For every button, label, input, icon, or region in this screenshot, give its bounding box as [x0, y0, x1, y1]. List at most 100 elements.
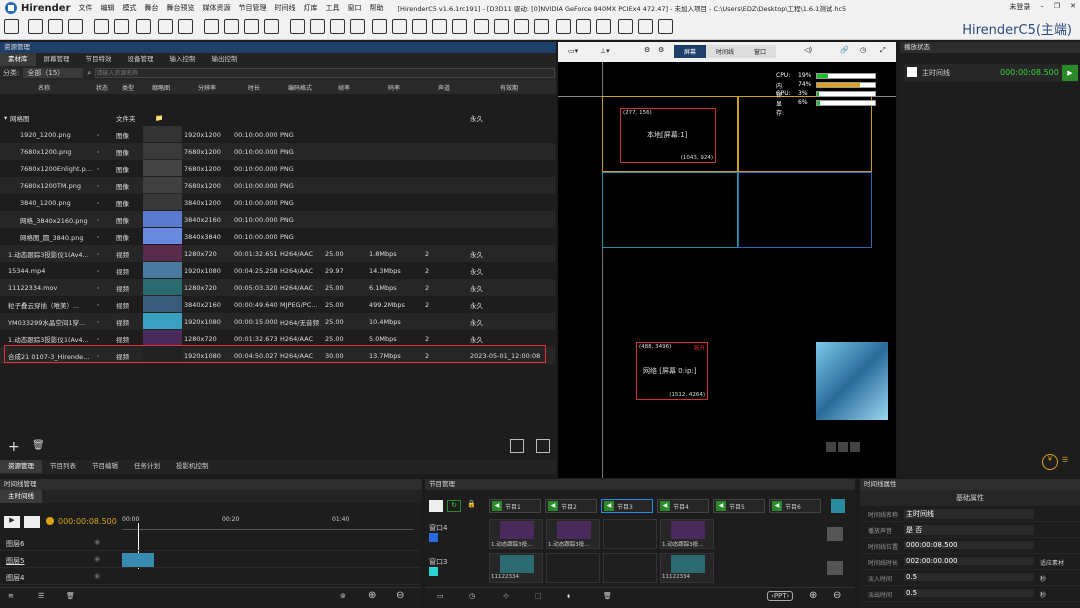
- program-slot[interactable]: ◀ 节目3: [601, 499, 653, 513]
- toolbar-button-icon[interactable]: [224, 19, 239, 34]
- program-clip[interactable]: 1.动态跟踪3投...: [660, 519, 714, 549]
- image-icon[interactable]: [536, 439, 550, 453]
- program-zoom-in-icon[interactable]: ⊕: [809, 590, 817, 601]
- toolbar-button-icon[interactable]: [638, 19, 653, 34]
- grid-view-icon[interactable]: [831, 499, 845, 513]
- program-stop-icon[interactable]: [429, 500, 443, 512]
- column-header[interactable]: 类型: [122, 83, 134, 92]
- link-icon[interactable]: 🔗: [840, 46, 849, 54]
- program-slot[interactable]: ◀ 节目2: [545, 499, 597, 513]
- column-header[interactable]: 缩略图: [152, 83, 170, 92]
- column-header[interactable]: 名称: [38, 83, 50, 92]
- menu-item[interactable]: 工具: [326, 4, 340, 12]
- menu-item[interactable]: 舞台预览: [167, 4, 195, 12]
- filter-select[interactable]: 全部（15）: [23, 68, 84, 78]
- column-header[interactable]: 编码格式: [288, 83, 312, 92]
- timer-icon[interactable]: ◷: [860, 46, 866, 54]
- property-value[interactable]: 002:00:00.000: [904, 557, 1034, 565]
- table-row[interactable]: 7680x1200.png ∙ 图像 7680x1200 00:10:00.000 PNG: [0, 143, 555, 160]
- property-value[interactable]: 0.5: [904, 573, 1034, 581]
- folder-row[interactable]: ▾ 网格图 文件夹 📁 永久: [0, 109, 555, 126]
- bottom-tab[interactable]: 节目编辑: [84, 460, 126, 473]
- tag-icon[interactable]: ⬧: [567, 592, 570, 601]
- layout-icon[interactable]: ⊥▾: [600, 47, 610, 55]
- toolbar-button-icon[interactable]: [556, 19, 571, 34]
- expand-view-icon[interactable]: ⤢: [880, 46, 886, 55]
- import-icon[interactable]: [510, 439, 524, 453]
- program-window-row[interactable]: 窗口3 11122334 11122334: [425, 553, 855, 585]
- stage-tab[interactable]: 窗口: [744, 45, 777, 58]
- settings-icon[interactable]: ⚙: [644, 46, 650, 54]
- zoom-out-icon[interactable]: ⊖: [396, 590, 404, 601]
- resource-tab[interactable]: 节目特效: [78, 53, 120, 66]
- toolbar-button-icon[interactable]: [290, 19, 305, 34]
- program-clip[interactable]: 1.动态跟踪3投...: [546, 519, 600, 549]
- layer-row[interactable]: 图层5 ◉: [0, 552, 420, 568]
- menu-item[interactable]: 窗口: [348, 4, 362, 12]
- toolbar-button-icon[interactable]: [68, 19, 83, 34]
- property-extra[interactable]: 适应素材: [1040, 558, 1064, 567]
- toolbar-button-icon[interactable]: [412, 19, 427, 34]
- program-clip[interactable]: [546, 553, 600, 583]
- column-header[interactable]: 码率: [388, 83, 400, 92]
- play-icon[interactable]: ▶: [1062, 65, 1078, 81]
- program-trash-icon[interactable]: 🗑: [603, 592, 612, 600]
- toolbar-button-icon[interactable]: [204, 19, 219, 34]
- toolbar-button-icon[interactable]: [432, 19, 447, 34]
- stage-tab[interactable]: 时间线: [706, 45, 745, 58]
- expand-icon[interactable]: ▾: [4, 114, 7, 122]
- toolbar-button-icon[interactable]: [618, 19, 633, 34]
- toolbar-button-icon[interactable]: [392, 19, 407, 34]
- layer5-clip[interactable]: [122, 553, 154, 567]
- toolbar-button-icon[interactable]: [576, 19, 591, 34]
- program-clip[interactable]: 11122334: [660, 553, 714, 583]
- table-row[interactable]: 15344.mp4 ∙ 视频 1920x1080 00:04:25.258 H264/AA…: [0, 262, 555, 279]
- resource-tab[interactable]: 输入控制: [162, 53, 204, 66]
- bottom-tab[interactable]: 任务计划: [126, 460, 168, 473]
- menu-item[interactable]: 舞台: [145, 4, 159, 12]
- program-window-row[interactable]: 窗口4 1.动态跟踪3投... 1.动态跟踪3投... 1.动态跟踪3投...: [425, 519, 855, 551]
- toolbar-button-icon[interactable]: [494, 19, 509, 34]
- column-header[interactable]: 声道: [438, 83, 450, 92]
- toolbar-button-icon[interactable]: [372, 19, 387, 34]
- property-value[interactable]: 是 否: [904, 525, 1034, 535]
- program-slot[interactable]: ◀ 节目4: [657, 499, 709, 513]
- timeline-stop-icon[interactable]: [24, 516, 40, 528]
- toolbar-button-icon[interactable]: [514, 19, 529, 34]
- toolbar-button-icon[interactable]: [474, 19, 489, 34]
- table-row[interactable]: 网格_3840x2160.png ∙ 图像 3840x2160 00:10:00.000…: [0, 211, 555, 228]
- table-row[interactable]: 1.动态跟踪3投影仪1(Av4... ∙ 视频 1280x720 00:01:32.65…: [0, 245, 555, 262]
- column-header[interactable]: 帧率: [338, 83, 350, 92]
- add-icon[interactable]: +: [8, 439, 20, 455]
- property-extra[interactable]: 秒: [1040, 590, 1046, 599]
- bottom-tab[interactable]: 投影机控制: [168, 460, 217, 473]
- toolbar-button-icon[interactable]: [136, 19, 151, 34]
- window-action-icon[interactable]: [827, 561, 843, 575]
- column-header[interactable]: 时长: [248, 83, 260, 92]
- resource-tab[interactable]: 输出控制: [204, 53, 246, 66]
- menu-item[interactable]: 时间线: [275, 4, 296, 12]
- main-timeline-checkbox[interactable]: [907, 67, 917, 77]
- crop-icon[interactable]: [850, 442, 860, 452]
- stage-tab[interactable]: 屏幕: [674, 45, 707, 58]
- menu-item[interactable]: 编辑: [101, 4, 115, 12]
- monitor-icon[interactable]: ▭▾: [568, 47, 578, 55]
- menu-item[interactable]: 帮助: [370, 4, 384, 12]
- toolbar-button-icon[interactable]: [244, 19, 259, 34]
- table-row[interactable]: 粒子叠云穿插（唯美）... ∙ 视频 3840x2160 00:00:49.640 MJP…: [0, 296, 555, 313]
- toolbar-button-icon[interactable]: [114, 19, 129, 34]
- resource-tab[interactable]: 素材库: [0, 53, 36, 66]
- table-row[interactable]: 3840_1200.png ∙ 图像 3840x1200 00:10:00.000 PNG: [0, 194, 555, 211]
- toolbar-button-icon[interactable]: [534, 19, 549, 34]
- property-value[interactable]: 0.5: [904, 589, 1034, 597]
- stage-canvas[interactable]: (277, 156) 本地[屏幕:1] (1043, 924) (488, 34…: [558, 62, 896, 478]
- toolbar-button-icon[interactable]: [178, 19, 193, 34]
- menu-item[interactable]: 媒体资源: [203, 4, 231, 12]
- fit-icon[interactable]: ⊚: [340, 592, 346, 600]
- list-icon[interactable]: ☰: [38, 592, 44, 600]
- program-clip[interactable]: [603, 553, 657, 583]
- table-row[interactable]: 7680x1200TM.png ∙ 图像 7680x1200 00:10:00.000 P…: [0, 177, 555, 194]
- export-icon[interactable]: ⬚: [535, 592, 542, 600]
- menu-icon[interactable]: ☰: [1062, 456, 1068, 464]
- timeline-tab[interactable]: 主时间线: [0, 490, 42, 503]
